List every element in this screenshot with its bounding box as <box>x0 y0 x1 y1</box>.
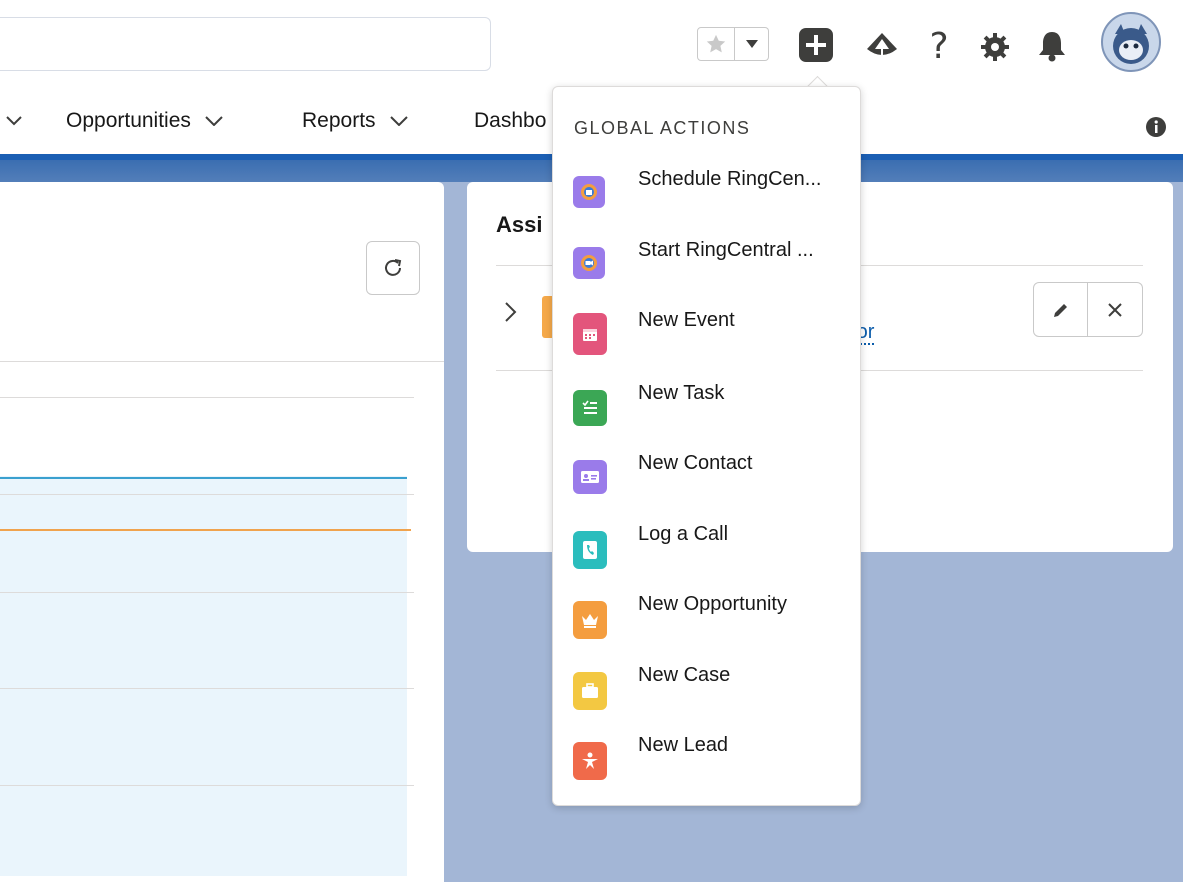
menu-item-label: New Task <box>638 382 725 404</box>
task-icon <box>573 390 607 426</box>
avatar-icon <box>1101 12 1161 72</box>
menu-item-new-opportunity[interactable]: New Opportunity <box>552 593 861 661</box>
card-divider <box>0 361 444 362</box>
chevron-down-icon <box>205 116 223 126</box>
card-title: Assi <box>496 212 543 237</box>
pencil-icon <box>1053 303 1067 317</box>
chart-gridline <box>0 785 414 786</box>
contact-icon <box>573 460 607 494</box>
refresh-button[interactable] <box>366 241 420 295</box>
menu-item-label: Schedule RingCen... <box>638 168 822 190</box>
favorites-star-button[interactable] <box>697 27 735 61</box>
menu-item-label: New Contact <box>638 452 753 474</box>
chart-gridline <box>0 494 414 495</box>
global-header: ? <box>0 0 1183 88</box>
menu-item-log-a-call[interactable]: Log a Call <box>552 523 861 591</box>
expand-chevron-icon[interactable] <box>504 301 518 328</box>
phone-icon <box>573 531 607 569</box>
lead-icon <box>573 742 607 780</box>
notifications-button[interactable] <box>1035 28 1069 64</box>
refresh-icon <box>385 259 402 276</box>
gear-icon <box>981 33 1009 61</box>
nav-item-label: Dashbo <box>474 109 547 132</box>
menu-item-new-event[interactable]: New Event <box>552 309 861 377</box>
question-icon: ? <box>929 25 949 67</box>
trailhead-button[interactable] <box>864 28 900 64</box>
ringcentral-video-icon <box>573 247 605 279</box>
plus-icon <box>799 28 833 62</box>
chart-gridline <box>0 592 414 593</box>
menu-item-new-contact[interactable]: New Contact <box>552 452 861 520</box>
briefcase-icon <box>573 672 607 710</box>
user-avatar-button[interactable] <box>1101 12 1161 72</box>
trailhead-icon <box>867 33 897 57</box>
chart-gridline <box>0 397 414 398</box>
menu-item-new-task[interactable]: New Task <box>552 382 861 450</box>
help-button[interactable]: ? <box>924 25 954 67</box>
nav-item-opportunities[interactable]: Opportunities <box>66 88 223 154</box>
row-action-group <box>1033 282 1144 337</box>
menu-item-label: New Lead <box>638 734 729 756</box>
crown-icon <box>573 601 607 639</box>
edit-button[interactable] <box>1033 282 1088 337</box>
close-icon <box>1108 302 1122 317</box>
chart-plot-area <box>0 476 407 876</box>
favorites-group <box>697 27 771 61</box>
chevron-down-icon <box>389 116 408 126</box>
menu-item-new-case[interactable]: New Case <box>552 664 861 732</box>
nav-prev-chevron[interactable] <box>6 88 22 154</box>
ringcentral-schedule-icon <box>573 176 605 208</box>
menu-item-label: New Opportunity <box>638 593 787 615</box>
nav-item-label: Opportunities <box>66 109 191 132</box>
favorites-list-button[interactable] <box>735 27 769 61</box>
menu-item-label: Log a Call <box>638 523 729 545</box>
nav-item-reports[interactable]: Reports <box>302 88 408 154</box>
menu-item-new-lead[interactable]: New Lead <box>552 734 861 802</box>
info-icon[interactable] <box>1145 116 1167 143</box>
global-actions-button[interactable] <box>798 27 834 63</box>
chevron-down-icon <box>6 116 22 126</box>
chart-series-line-blue <box>0 477 407 479</box>
global-actions-heading: GLOBAL ACTIONS <box>574 118 751 138</box>
chart-gridline <box>0 688 414 689</box>
menu-item-label: Start RingCentral ... <box>638 239 814 261</box>
dismiss-button[interactable] <box>1088 282 1143 337</box>
calendar-icon <box>573 313 607 355</box>
menu-item-label: New Case <box>638 664 731 686</box>
global-search-input[interactable] <box>0 17 491 71</box>
bell-icon <box>1039 32 1065 62</box>
nav-item-label: Reports <box>302 109 376 132</box>
menu-item-label: New Event <box>638 309 735 331</box>
menu-item-start-ringcentral[interactable]: Start RingCentral ... <box>552 239 861 307</box>
star-icon <box>706 34 726 53</box>
setup-button[interactable] <box>978 30 1012 64</box>
caret-down-icon <box>745 40 758 48</box>
menu-item-schedule-ringcentral[interactable]: Schedule RingCen... <box>552 168 861 236</box>
nav-item-dashboards[interactable]: Dashbo <box>474 88 546 154</box>
chart-series-line-orange <box>0 529 411 531</box>
